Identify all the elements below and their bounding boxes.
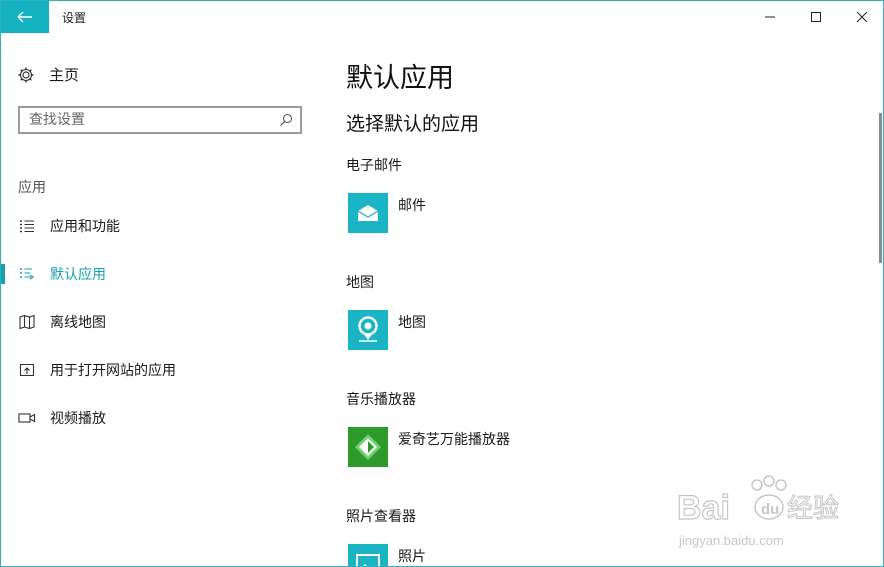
sidebar-item-open-websites[interactable]: 用于打开网站的应用 — [1, 350, 331, 390]
category-label-photos: 照片查看器 — [346, 509, 416, 525]
app-name: 邮件 — [398, 198, 426, 214]
sidebar-item-label: 视频播放 — [50, 411, 106, 427]
close-icon — [856, 11, 868, 23]
sidebar-item-video-playback[interactable]: 视频播放 — [1, 398, 331, 438]
sidebar-home[interactable]: 主页 — [17, 64, 79, 85]
minimize-button[interactable] — [747, 1, 793, 33]
watermark-brand-right: 经验 — [787, 494, 839, 524]
category-label-music: 音乐播放器 — [346, 392, 416, 408]
sidebar: 主页 应用 应用和功能 — [1, 34, 331, 566]
maximize-icon — [811, 12, 821, 22]
video-icon — [18, 409, 36, 427]
sidebar-item-label: 离线地图 — [50, 315, 106, 331]
photos-icon — [348, 544, 388, 566]
paw-icon: du — [751, 475, 787, 520]
watermark-brand-left: Bai — [677, 489, 730, 527]
default-app-email[interactable]: 邮件 — [348, 193, 426, 233]
sidebar-item-label: 应用和功能 — [50, 219, 120, 235]
sidebar-item-default-apps[interactable]: 默认应用 — [1, 254, 331, 294]
watermark-url: jingyan.baidu.com — [678, 533, 784, 548]
app-name: 照片 — [398, 549, 426, 565]
close-button[interactable] — [839, 1, 883, 33]
page-subtitle: 选择默认的应用 — [346, 113, 480, 135]
page-title: 默认应用 — [346, 63, 454, 94]
category-label-email: 电子邮件 — [346, 158, 402, 174]
sidebar-item-label: 用于打开网站的应用 — [50, 363, 176, 379]
default-app-maps[interactable]: 地图 — [348, 310, 426, 350]
search-input[interactable] — [20, 111, 281, 129]
maximize-button[interactable] — [793, 1, 839, 33]
app-name: 爱奇艺万能播放器 — [398, 432, 510, 448]
window-title: 设置 — [62, 11, 87, 25]
baidu-jingyan-watermark: Bai du 经验 jingyan.baidu.com — [676, 471, 847, 551]
mail-icon — [348, 193, 388, 233]
list-icon — [18, 217, 36, 235]
settings-window: 设置 主页 查找设置 应用 应用和功能 默认应用 离线地图 用于打开网站的应用 … — [0, 0, 884, 567]
scrollbar-thumb[interactable] — [879, 113, 882, 263]
default-app-music[interactable]: 爱奇艺万能播放器 — [348, 427, 510, 467]
back-arrow-icon — [17, 11, 32, 23]
section-label-apps: 应用 — [18, 180, 46, 196]
active-indicator — [1, 264, 5, 284]
back-button[interactable] — [1, 1, 49, 33]
app-name: 地图 — [398, 315, 426, 331]
map-icon — [18, 313, 36, 331]
gear-icon — [17, 66, 35, 84]
iqiyi-icon — [348, 427, 388, 467]
sidebar-item-offline-maps[interactable]: 离线地图 — [1, 302, 331, 342]
search-box[interactable] — [18, 106, 302, 134]
minimize-icon — [765, 16, 775, 18]
svg-text:du: du — [761, 501, 779, 518]
sidebar-item-apps-features[interactable]: 应用和功能 — [1, 206, 331, 246]
default-apps-icon — [18, 265, 36, 283]
title-bar: 设置 — [1, 1, 883, 34]
sidebar-item-label: 默认应用 — [50, 267, 106, 283]
open-link-icon — [18, 361, 36, 379]
sidebar-home-label: 主页 — [49, 66, 80, 84]
maps-pin-icon — [348, 310, 388, 350]
category-label-maps: 地图 — [346, 275, 374, 291]
search-icon[interactable] — [279, 113, 293, 127]
default-app-photos[interactable]: 照片 — [348, 544, 426, 566]
